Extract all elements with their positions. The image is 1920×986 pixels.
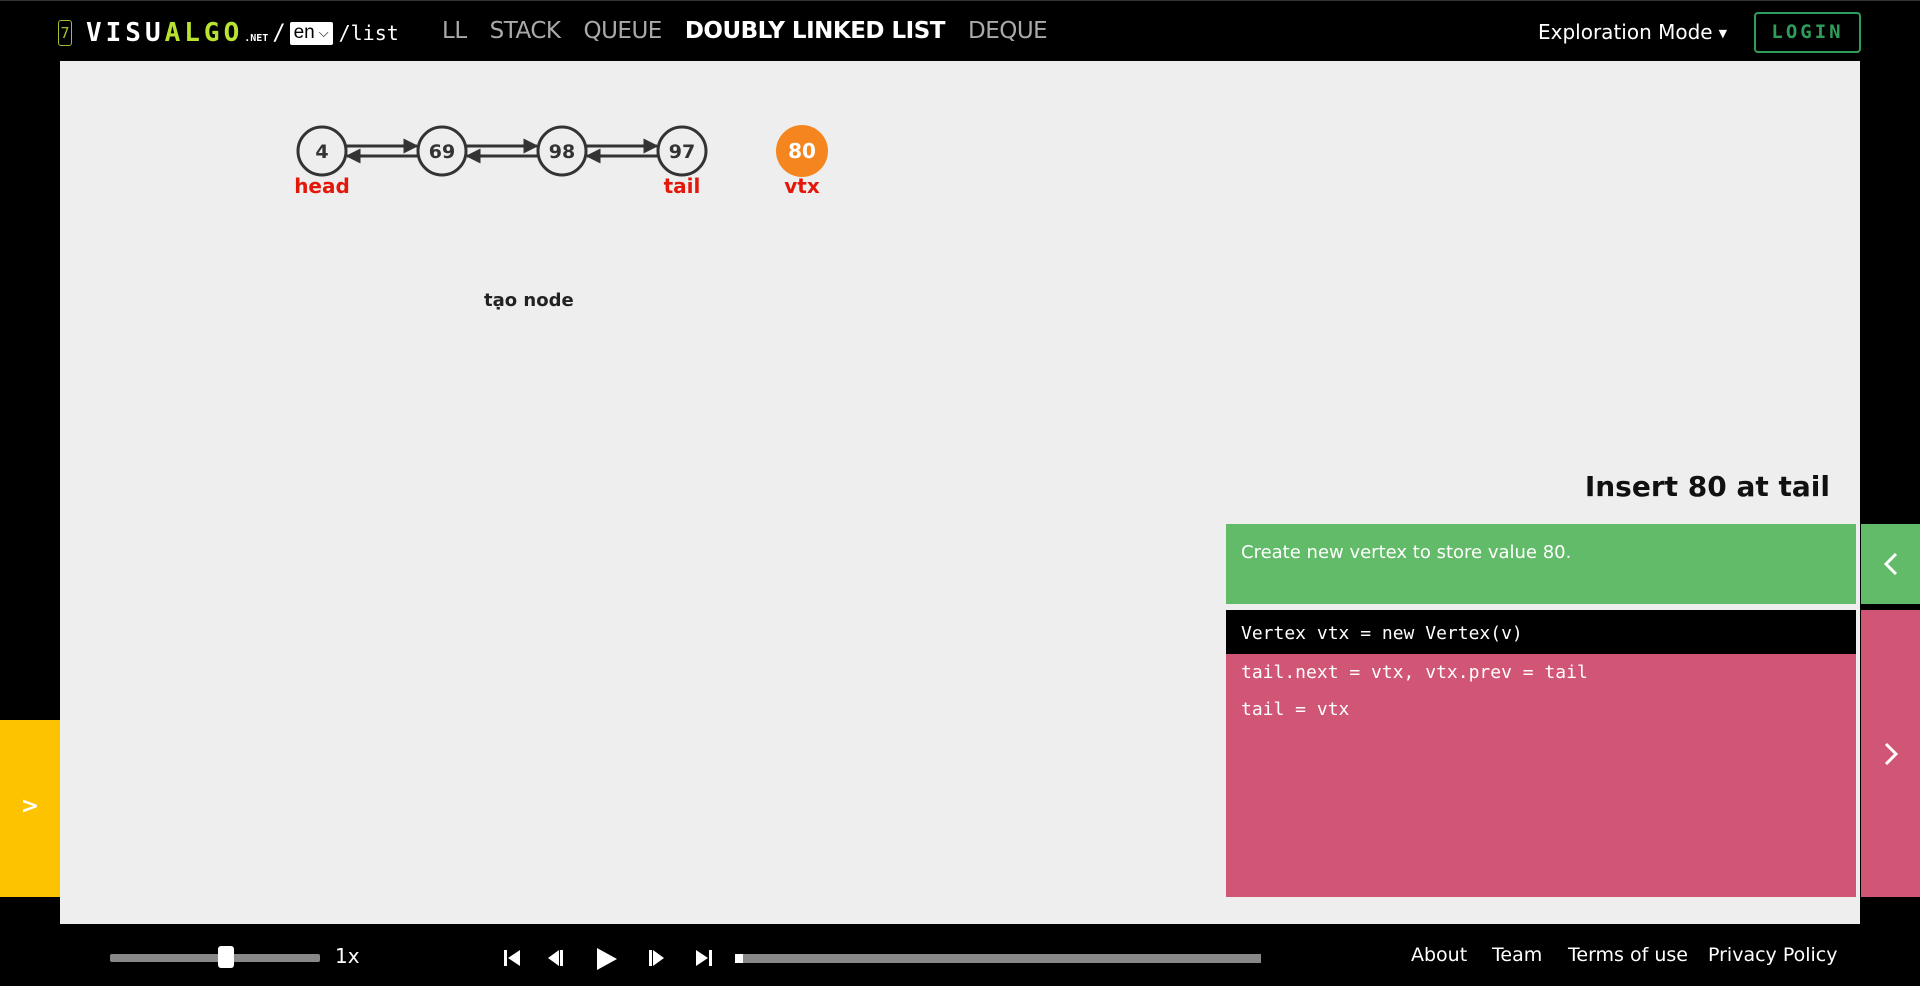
play-button[interactable] — [593, 946, 619, 972]
bottom-bar: 1x About Team Terms of use Privacy Polic… — [0, 924, 1920, 986]
speed-slider[interactable] — [110, 954, 320, 962]
chevron-left-icon — [1883, 552, 1897, 576]
nav-doubly-linked-list[interactable]: DOUBLY LINKED LIST — [685, 18, 946, 44]
actions-sidebar-toggle[interactable]: > — [0, 720, 60, 897]
logo-algo: ALGO — [164, 18, 244, 48]
terms-link[interactable]: Terms of use — [1568, 944, 1688, 966]
top-bar: 7 VISU ALGO .NET / en ⌵ /list LL STACK QU… — [0, 0, 1920, 61]
go-to-start-button[interactable] — [502, 946, 522, 970]
speed-label: 1x — [335, 944, 360, 968]
code-line: tail.next = vtx, vtx.prev = tail — [1241, 662, 1588, 683]
new-vertex-label: vtx — [784, 174, 820, 198]
node-value: 97 — [669, 141, 695, 163]
node-value: 4 — [315, 141, 328, 163]
about-link[interactable]: About — [1411, 944, 1467, 966]
privacy-policy-link[interactable]: Privacy Policy — [1708, 944, 1837, 966]
logo-net: .NET — [244, 32, 269, 44]
code-line: Vertex vtx = new Vertex(v) — [1226, 610, 1856, 654]
step-backward-button[interactable] — [545, 946, 565, 970]
code-line: tail = vtx — [1241, 699, 1350, 720]
linked-list-visualization: 4 head 69 98 97 tail 80 vtx — [294, 125, 828, 198]
speed-slider-handle[interactable] — [217, 946, 234, 968]
operation-title: Insert 80 at tail — [1584, 470, 1830, 503]
chevron-down-icon: ⌵ — [318, 25, 329, 40]
chevron-right-icon — [1884, 742, 1898, 765]
language-select[interactable]: en ⌵ — [289, 21, 333, 45]
new-vertex-value: 80 — [788, 139, 816, 163]
nav-queue[interactable]: QUEUE — [583, 18, 662, 44]
logo-visu: VISU — [86, 18, 165, 48]
step-forward-button[interactable] — [647, 946, 667, 970]
code-collapse-button[interactable] — [1861, 610, 1920, 897]
status-text: Create new vertex to store value 80. — [1241, 542, 1572, 563]
mode-label: Exploration Mode — [1538, 20, 1713, 44]
status-panel: Create new vertex to store value 80. — [1226, 524, 1856, 604]
node-value: 69 — [429, 141, 455, 163]
progress-bar[interactable] — [735, 954, 1261, 963]
language-value: en — [293, 22, 315, 43]
go-to-end-button[interactable] — [694, 946, 714, 970]
logo-slash: / — [272, 20, 286, 46]
step-caption: tạo node — [484, 290, 574, 311]
sidebar-toggle-label: > — [20, 794, 40, 819]
caret-down-icon: ▼ — [1718, 27, 1728, 40]
node-pointer-label: tail — [664, 174, 701, 198]
node-value: 98 — [549, 141, 575, 163]
page-path: /list — [338, 21, 399, 45]
logo[interactable]: 7 VISU ALGO .NET / en ⌵ /list — [58, 18, 399, 48]
code-panel: Vertex vtx = new Vertex(v) tail.next = v… — [1226, 610, 1856, 897]
progress-fill — [735, 954, 743, 963]
team-link[interactable]: Team — [1492, 944, 1542, 966]
nav-ll[interactable]: LL — [442, 18, 467, 44]
node-pointer-label: head — [294, 174, 350, 198]
mode-dropdown[interactable]: Exploration Mode ▼ — [1538, 20, 1727, 44]
nav-deque[interactable]: DEQUE — [968, 18, 1048, 44]
login-button[interactable]: LOGIN — [1754, 12, 1861, 53]
logo-seven-icon: 7 — [58, 20, 72, 46]
top-nav: LL STACK QUEUE DOUBLY LINKED LIST DEQUE — [442, 18, 1070, 44]
nav-stack[interactable]: STACK — [490, 18, 561, 44]
status-collapse-button[interactable] — [1861, 524, 1920, 604]
